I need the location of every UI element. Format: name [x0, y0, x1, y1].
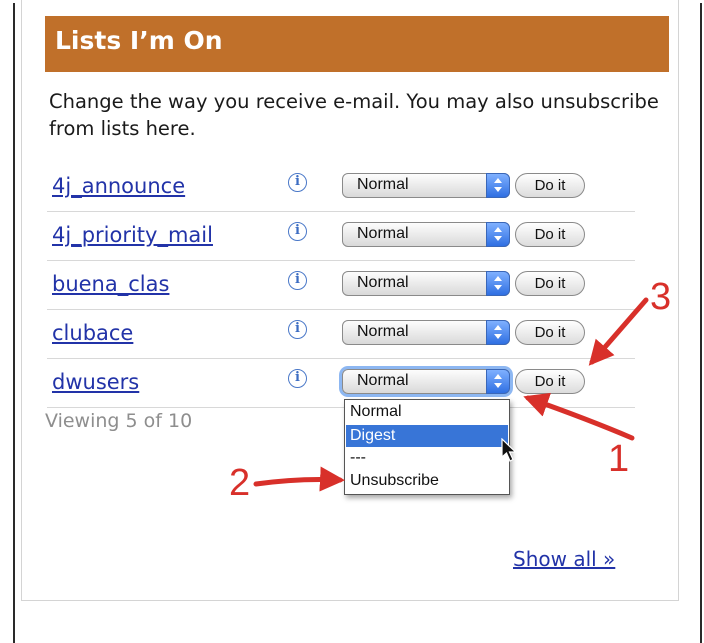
annotation-arrow-3	[588, 297, 649, 366]
annotation-arrow-2	[253, 466, 345, 492]
annotation-number-2: 2	[229, 462, 251, 504]
annotation-number-3: 3	[650, 276, 672, 318]
annotation-arrows	[253, 297, 649, 492]
annotation-arrow-1	[523, 392, 635, 441]
annotation-number-1: 1	[608, 438, 630, 480]
